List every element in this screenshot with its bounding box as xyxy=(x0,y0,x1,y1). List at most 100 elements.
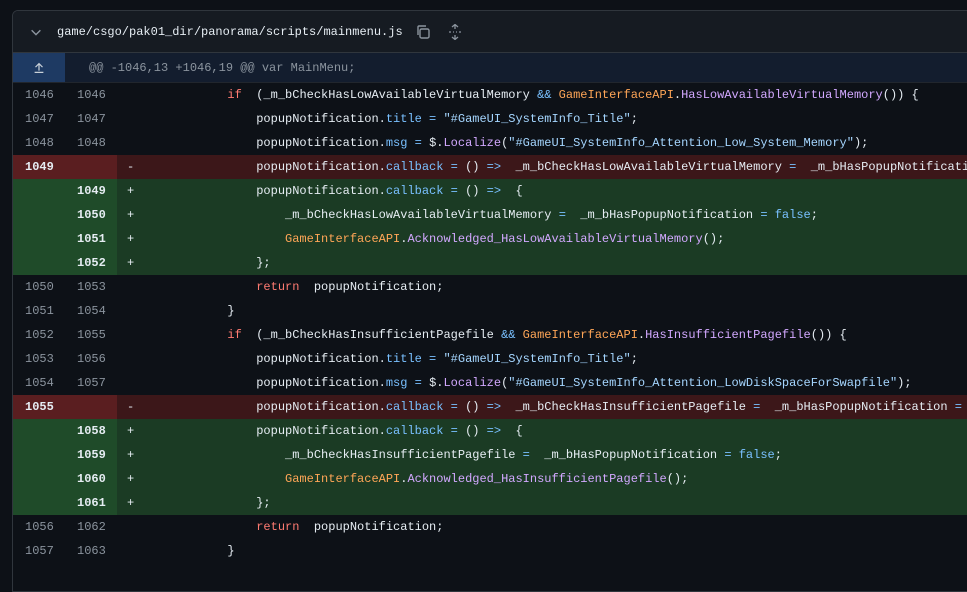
code-line: popupNotification.callback = () => _m_bC… xyxy=(137,395,967,419)
old-line-number[interactable]: 1047 xyxy=(13,107,65,131)
old-line-number[interactable] xyxy=(13,251,65,275)
code-line: if (_m_bCheckHasLowAvailableVirtualMemor… xyxy=(137,83,967,107)
new-line-number[interactable]: 1062 xyxy=(65,515,117,539)
file-path[interactable]: game/csgo/pak01_dir/panorama/scripts/mai… xyxy=(57,25,403,39)
old-line-number[interactable] xyxy=(13,443,65,467)
new-line-number[interactable]: 1063 xyxy=(65,539,117,563)
new-line-number[interactable]: 1057 xyxy=(65,371,117,395)
new-line-number[interactable]: 1050 xyxy=(65,203,117,227)
code-token: callback xyxy=(385,160,444,174)
code-line: popupNotification.msg = $.Localize("#Gam… xyxy=(137,371,967,395)
old-line-number[interactable] xyxy=(13,227,65,251)
new-line-number[interactable]: 1052 xyxy=(65,251,117,275)
new-line-number[interactable]: 1048 xyxy=(65,131,117,155)
context-line: 1052 1055 if (_m_bCheckHasInsufficientPag… xyxy=(13,323,967,347)
new-line-number[interactable]: 1056 xyxy=(65,347,117,371)
code-token: = xyxy=(407,136,430,150)
context-line: 1048 1048 popupNotification.msg = $.Local… xyxy=(13,131,967,155)
code-token: return xyxy=(256,280,300,294)
code-token: "#GameUI_SystemInfo_Attention_Low_System… xyxy=(508,136,854,150)
added-line: 1051 + GameInterfaceAPI.Acknowledged_HasL… xyxy=(13,227,967,251)
old-line-number[interactable]: 1050 xyxy=(13,275,65,299)
copy-icon[interactable] xyxy=(411,20,435,44)
old-line-number[interactable]: 1053 xyxy=(13,347,65,371)
old-line-number[interactable]: 1052 xyxy=(13,323,65,347)
old-line-number[interactable]: 1046 xyxy=(13,83,65,107)
new-line-number[interactable]: 1053 xyxy=(65,275,117,299)
code-token: HasInsufficientPagefile xyxy=(645,328,811,342)
new-line-number[interactable]: 1058 xyxy=(65,419,117,443)
code-line: if (_m_bCheckHasInsufficientPagefile && … xyxy=(137,323,967,347)
new-line-number[interactable]: 1059 xyxy=(65,443,117,467)
code-token: _m_bCheckHasInsufficientPagefile xyxy=(501,400,754,414)
code-token: => xyxy=(486,424,502,438)
code-line: } xyxy=(137,539,967,563)
code-line: return popupNotification; xyxy=(137,515,967,539)
code-token: = xyxy=(443,400,466,414)
code-token: false xyxy=(962,400,967,414)
old-line-number[interactable]: 1049 xyxy=(13,155,65,179)
code-token: = xyxy=(522,448,530,462)
new-line-number[interactable]: 1047 xyxy=(65,107,117,131)
code-token: ; xyxy=(630,352,638,366)
code-token: title xyxy=(385,352,422,366)
code-token: callback xyxy=(385,400,444,414)
code-token: popupNotification. xyxy=(256,424,386,438)
old-line-number[interactable] xyxy=(13,179,65,203)
old-line-number[interactable]: 1054 xyxy=(13,371,65,395)
code-token: } xyxy=(227,304,235,318)
old-line-number[interactable] xyxy=(13,203,65,227)
code-token: GameInterfaceAPI xyxy=(285,472,401,486)
code-token: = xyxy=(724,448,732,462)
new-line-number[interactable]: 1061 xyxy=(65,491,117,515)
chevron-down-icon[interactable] xyxy=(23,19,49,45)
old-line-number[interactable]: 1051 xyxy=(13,299,65,323)
unfold-icon[interactable] xyxy=(443,20,467,44)
old-line-number[interactable] xyxy=(13,491,65,515)
diff-file: game/csgo/pak01_dir/panorama/scripts/mai… xyxy=(12,10,967,592)
diff-marker xyxy=(117,299,137,323)
new-line-number[interactable]: 1049 xyxy=(65,179,117,203)
new-line-number[interactable] xyxy=(65,395,117,419)
code-line: }; xyxy=(137,491,967,515)
old-line-number[interactable]: 1056 xyxy=(13,515,65,539)
expand-up-icon[interactable] xyxy=(13,53,65,82)
code-token: = xyxy=(407,376,430,390)
diff-marker xyxy=(117,323,137,347)
code-token: false xyxy=(767,208,811,222)
code-token: $. xyxy=(429,376,444,390)
new-line-number[interactable]: 1054 xyxy=(65,299,117,323)
old-line-number[interactable]: 1057 xyxy=(13,539,65,563)
code-token: () xyxy=(465,160,487,174)
diff-marker: + xyxy=(117,443,137,467)
old-line-number[interactable]: 1048 xyxy=(13,131,65,155)
added-line: 1050 + _m_bCheckHasLowAvailableVirtualMem… xyxy=(13,203,967,227)
new-line-number[interactable]: 1055 xyxy=(65,323,117,347)
new-line-number[interactable]: 1060 xyxy=(65,467,117,491)
hunk-header: @@ -1046,13 +1046,19 @@ var MainMenu; xyxy=(13,53,967,83)
new-line-number[interactable]: 1046 xyxy=(65,83,117,107)
old-line-number[interactable]: 1055 xyxy=(13,395,65,419)
new-line-number[interactable]: 1051 xyxy=(65,227,117,251)
new-line-number[interactable] xyxy=(65,155,117,179)
code-token: Localize xyxy=(443,136,502,150)
file-header: game/csgo/pak01_dir/panorama/scripts/mai… xyxy=(13,11,967,53)
old-line-number[interactable] xyxy=(13,419,65,443)
code-token: { xyxy=(501,424,523,438)
old-line-number[interactable] xyxy=(13,467,65,491)
code-token: popupNotification; xyxy=(299,280,444,294)
code-token: Acknowledged_HasInsufficientPagefile xyxy=(407,472,667,486)
deleted-line: 1049 - popupNotification.callback = () =>… xyxy=(13,155,967,179)
code-token: { xyxy=(501,184,523,198)
code-token: () xyxy=(465,184,487,198)
